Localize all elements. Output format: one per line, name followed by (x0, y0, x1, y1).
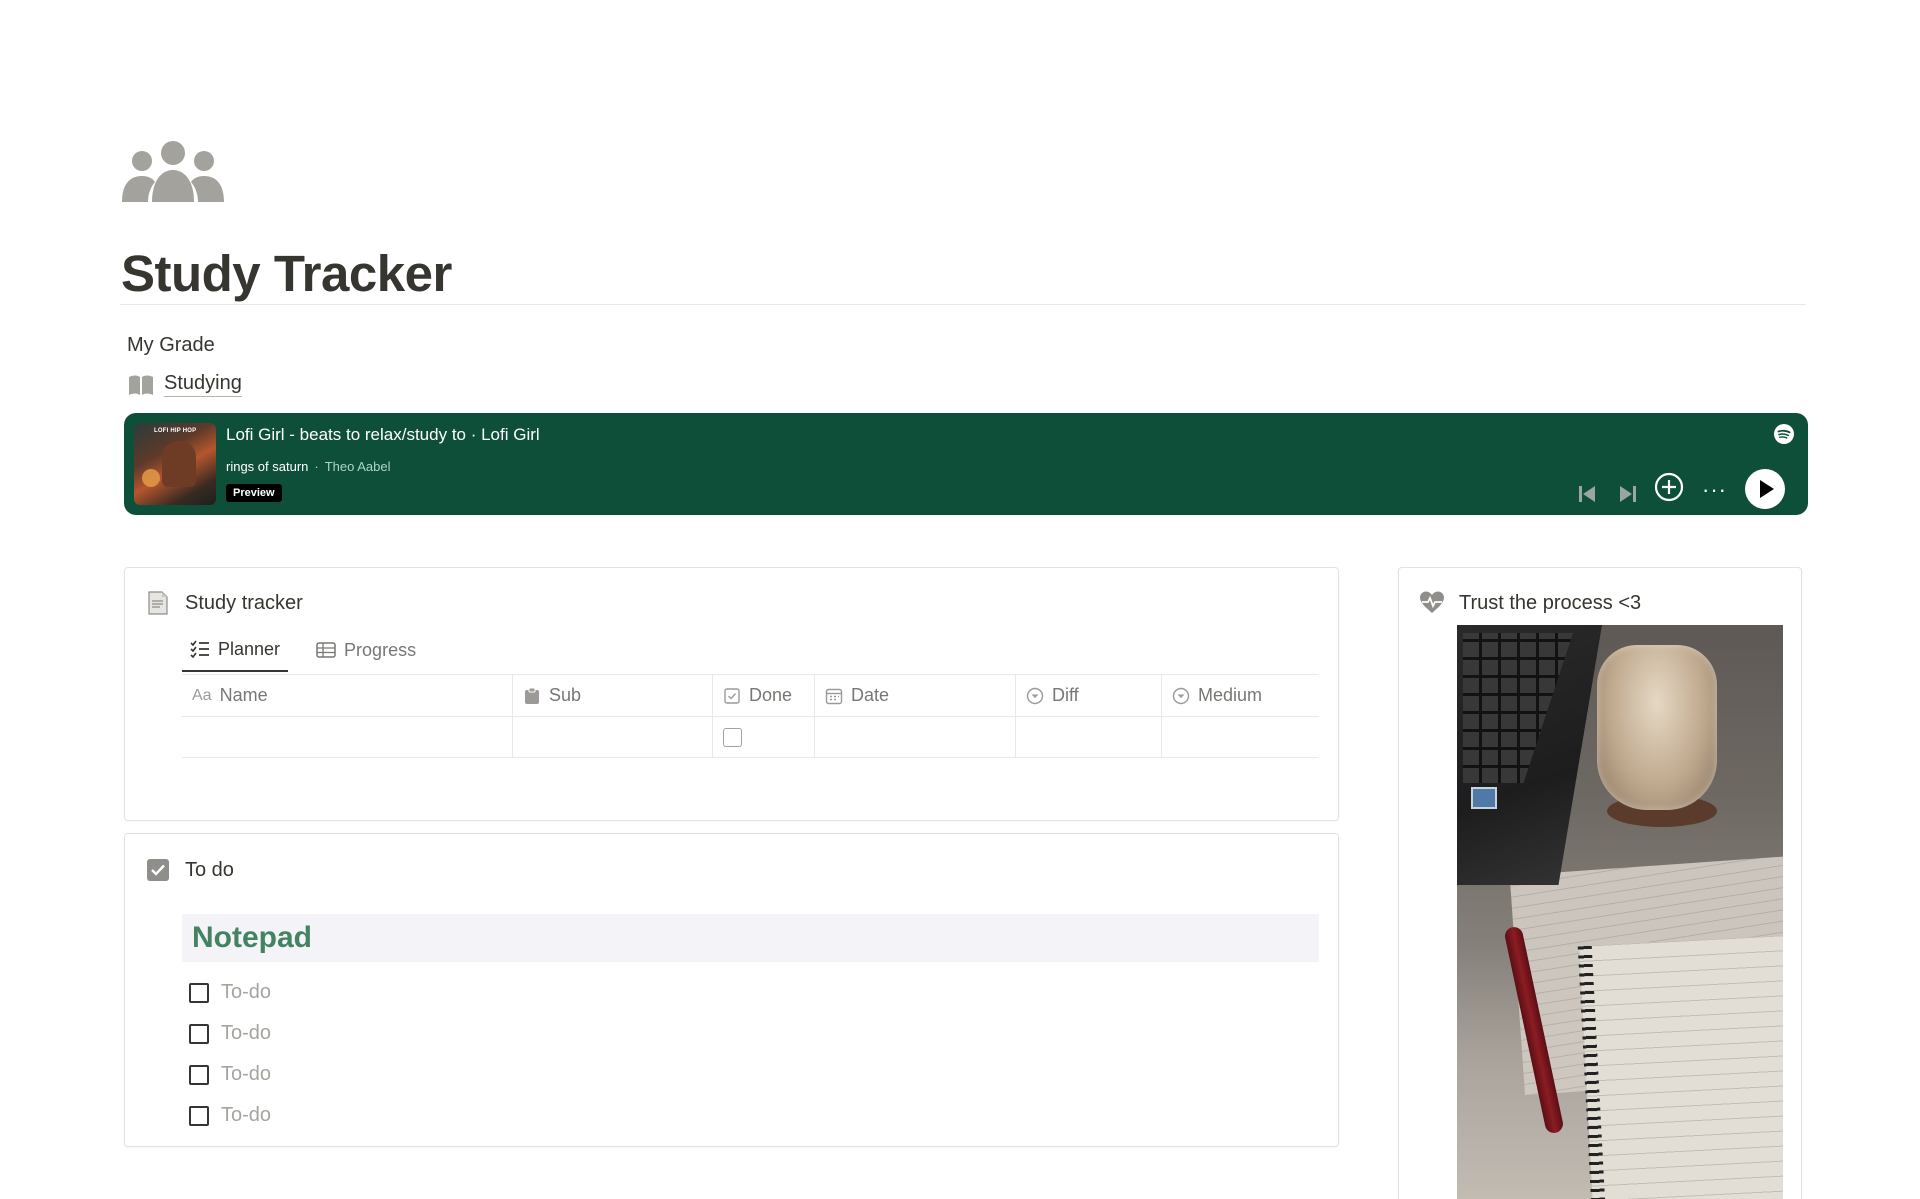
title-divider (120, 304, 1806, 305)
song-title[interactable]: rings of saturn (226, 459, 308, 474)
tab-planner[interactable]: Planner (182, 632, 289, 672)
list-item[interactable]: To-do (189, 972, 271, 1013)
study-tracker-header: Study tracker (145, 590, 303, 616)
page-title[interactable]: Study Tracker (121, 244, 452, 303)
table-header-row: Aa Name Sub Done Date Diff Medium (182, 674, 1319, 716)
select-icon (1172, 687, 1190, 704)
column-header-done[interactable]: Done (713, 675, 815, 716)
tab-label: Progress (344, 639, 417, 660)
checked-box-icon (147, 859, 169, 881)
todo-card: To do Notepad To-do To-do To-do To-do (124, 833, 1339, 1147)
database-tabs: Planner Progress (182, 632, 424, 672)
column-header-date[interactable]: Date (815, 675, 1016, 716)
trust-process-title[interactable]: Trust the process <3 (1459, 592, 1641, 615)
trust-process-header: Trust the process <3 (1419, 590, 1641, 616)
select-icon (1026, 687, 1044, 704)
tab-label: Planner (218, 638, 281, 659)
spotify-logo-icon[interactable] (1774, 424, 1794, 444)
list-item[interactable]: To-do (189, 1054, 271, 1095)
column-header-name[interactable]: Aa Name (182, 675, 513, 716)
album-cover[interactable]: LOFI HIP HOP (134, 423, 216, 505)
list-item[interactable]: To-do (189, 1013, 271, 1054)
checkbox-icon (724, 687, 740, 704)
meta-separator: · (314, 459, 319, 474)
todo-placeholder[interactable]: To-do (221, 1104, 271, 1127)
cell-medium[interactable] (1162, 717, 1319, 757)
checklist-icon (190, 640, 209, 658)
todo-title[interactable]: To do (185, 859, 234, 882)
spotify-embed[interactable]: LOFI HIP HOP Lofi Girl - beats to relax/… (124, 413, 1808, 515)
clipboard-icon (525, 687, 539, 704)
todo-checkbox[interactable] (189, 1105, 209, 1126)
column-header-medium[interactable]: Medium (1162, 675, 1319, 716)
done-checkbox[interactable] (723, 727, 742, 747)
todo-placeholder[interactable]: To-do (221, 1022, 271, 1045)
previous-track-icon[interactable] (1577, 484, 1597, 504)
todo-list: To-do To-do To-do To-do (189, 972, 271, 1136)
preview-badge: Preview (226, 484, 282, 502)
list-item[interactable]: To-do (189, 1095, 271, 1136)
cell-name[interactable] (182, 717, 513, 757)
todo-placeholder[interactable]: To-do (221, 1063, 271, 1086)
study-tracker-card: Study tracker Planner Progress Aa Name S… (124, 567, 1339, 821)
cell-done[interactable] (713, 717, 815, 757)
text-aa-icon: Aa (192, 686, 212, 704)
trust-process-card: Trust the process <3 (1398, 567, 1802, 1199)
my-grade-text[interactable]: My Grade (127, 334, 215, 357)
study-desk-photo[interactable] (1457, 625, 1783, 1199)
cell-sub[interactable] (513, 717, 713, 757)
table-row (182, 716, 1319, 758)
playlist-title[interactable]: Lofi Girl - beats to relax/study to · Lo… (226, 425, 540, 445)
cell-date[interactable] (815, 717, 1016, 757)
next-track-icon[interactable] (1618, 484, 1638, 504)
document-icon (148, 591, 168, 615)
track-meta: rings of saturn · Theo Aabel (226, 459, 391, 474)
studying-link-label: Studying (164, 372, 242, 397)
play-icon[interactable] (1745, 469, 1785, 509)
tab-progress[interactable]: Progress (308, 632, 424, 668)
todo-checkbox[interactable] (189, 1064, 209, 1085)
calendar-icon (825, 688, 843, 704)
cell-diff[interactable] (1016, 717, 1162, 757)
artist-name[interactable]: Theo Aabel (325, 459, 391, 474)
todo-checkbox[interactable] (189, 982, 209, 1003)
column-header-diff[interactable]: Diff (1016, 675, 1162, 716)
album-cover-text: LOFI HIP HOP (154, 428, 197, 434)
open-book-icon (129, 375, 153, 395)
more-options-icon[interactable]: ··· (1702, 477, 1727, 503)
page: Study Tracker My Grade Studying LOFI HIP… (0, 0, 1920, 1199)
add-to-library-icon[interactable] (1654, 472, 1684, 502)
todo-checkbox[interactable] (189, 1023, 209, 1044)
heart-pulse-icon (1420, 591, 1444, 613)
todo-placeholder[interactable]: To-do (221, 981, 271, 1004)
table-icon (316, 642, 336, 658)
column-header-sub[interactable]: Sub (513, 675, 713, 716)
notepad-heading[interactable]: Notepad (182, 914, 1319, 962)
todo-header: To do (145, 857, 234, 883)
people-group-icon[interactable] (122, 140, 224, 202)
study-tracker-table: Aa Name Sub Done Date Diff Medium (182, 674, 1319, 758)
studying-page-link[interactable]: Studying (128, 372, 242, 397)
study-tracker-title[interactable]: Study tracker (185, 592, 303, 615)
